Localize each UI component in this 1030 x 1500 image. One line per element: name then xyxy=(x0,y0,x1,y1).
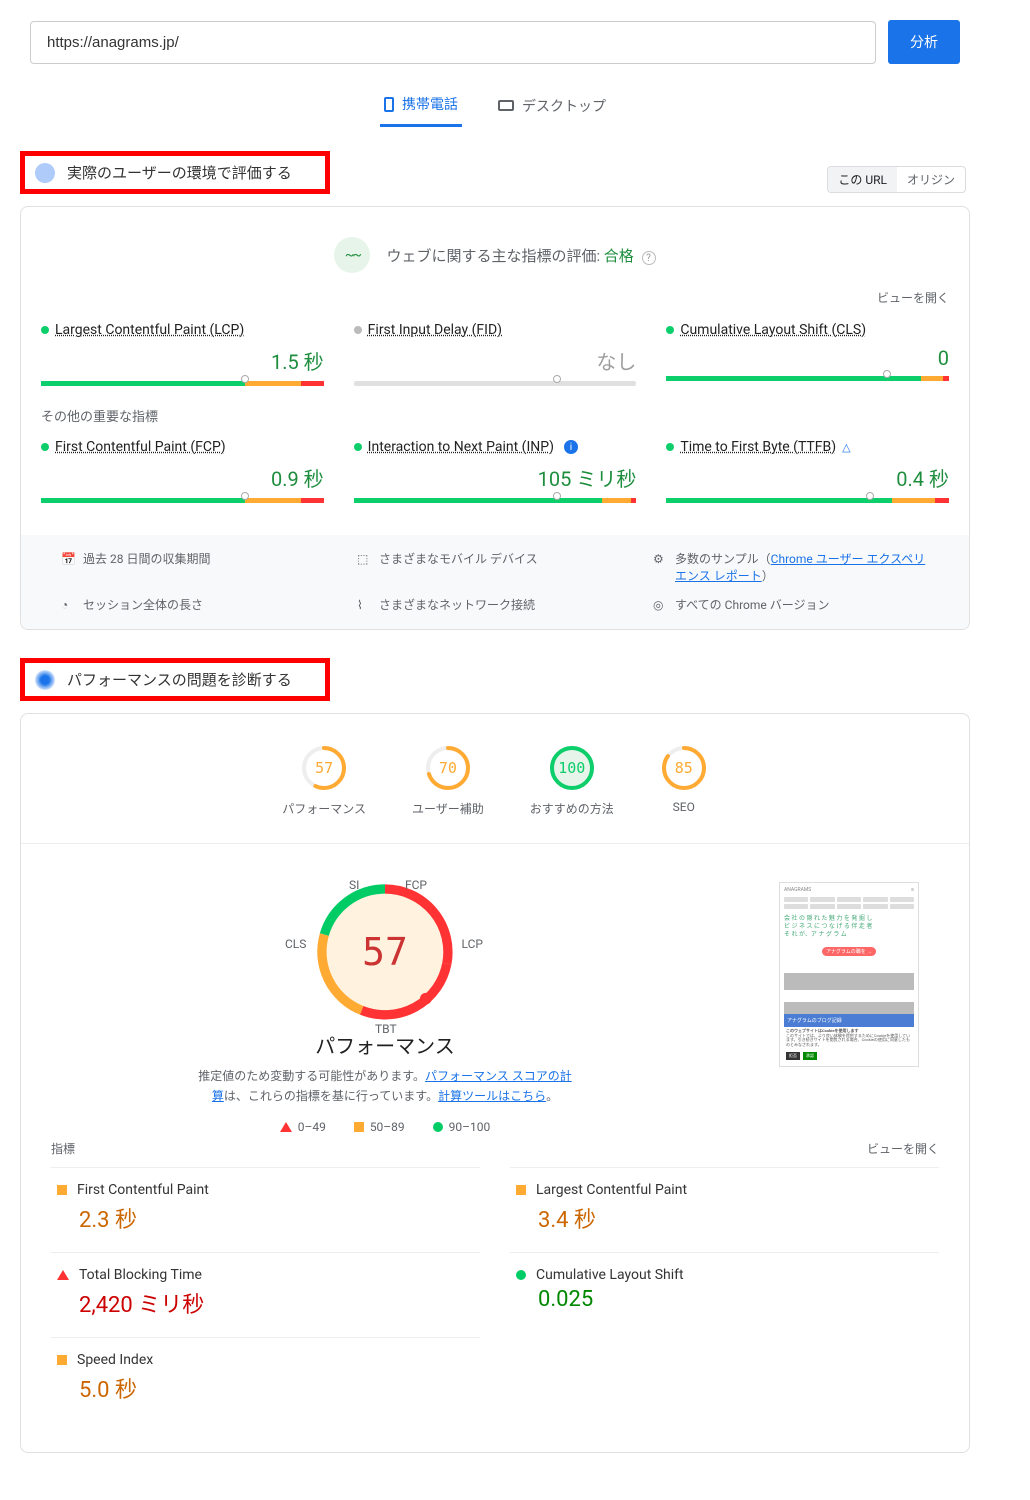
cwv-panel: ~~ ウェブに関する主な指標の評価: 合格 ? ビューを開く Largest C… xyxy=(20,206,970,630)
section-real-user-header: 実際のユーザーの環境で評価する xyxy=(20,151,330,194)
experimental-icon: △ xyxy=(842,441,850,454)
chrome-icon: ◎ xyxy=(653,597,667,611)
metric-card[interactable]: Largest Contentful Paint3.4 秒 xyxy=(510,1167,939,1252)
score-おすすめの方法[interactable]: 100おすすめの方法 xyxy=(530,744,614,817)
samples-icon: ⚙ xyxy=(653,551,667,565)
section-title: 実際のユーザーの環境で評価する xyxy=(67,162,292,183)
metric-link[interactable]: Largest Contentful Paint (LCP) xyxy=(55,322,244,338)
metric-firstcontentfulpaintfcp: First Contentful Paint (FCP)0.9 秒 xyxy=(41,439,324,503)
calendar-icon: 📅 xyxy=(61,551,75,565)
other-metrics-label: その他の重要な指標 xyxy=(21,406,969,429)
devices-icon: ⬚ xyxy=(357,551,371,565)
expand-view-button[interactable]: ビューを開く xyxy=(21,283,969,312)
wifi-icon: ⌇ xyxy=(357,597,371,611)
tab-mobile[interactable]: 携帯電話 xyxy=(380,84,462,127)
url-input[interactable] xyxy=(30,21,876,64)
users-icon xyxy=(35,163,55,183)
diagnose-icon xyxy=(35,670,55,690)
score-legend: 0–49 50–89 90–100 xyxy=(71,1120,699,1134)
metric-link[interactable]: First Contentful Paint (FCP) xyxy=(55,439,226,455)
info-icon[interactable]: i xyxy=(564,440,578,454)
metric-card[interactable]: Speed Index5.0 秒 xyxy=(51,1337,480,1422)
help-icon[interactable]: ? xyxy=(642,251,656,265)
metric-cumulativelayoutshiftcls: Cumulative Layout Shift (CLS)0 xyxy=(666,322,949,386)
page-screenshot-thumbnail: ANAGRAMS≡ 会 社 の 隠 れ た 魅 力 を 発 掘 しビ ジ ネ ス… xyxy=(779,882,919,1067)
metric-timetofirstbytettfb: Time to First Byte (TTFB) △0.4 秒 xyxy=(666,439,949,503)
diagnostic-panel: 57パフォーマンス 70ユーザー補助 100おすすめの方法 85SEO 57 SI F… xyxy=(20,713,970,1452)
metric-link[interactable]: Time to First Byte (TTFB) xyxy=(680,439,836,455)
tab-desktop[interactable]: デスクトップ xyxy=(494,84,610,127)
origin-toggle[interactable]: この URL オリジン xyxy=(827,166,966,193)
device-tabs: 携帯電話 デスクトップ xyxy=(20,84,970,127)
expand-metrics-button[interactable]: ビューを開く xyxy=(867,1140,939,1157)
toggle-this-url[interactable]: この URL xyxy=(828,167,897,192)
metric-link[interactable]: Cumulative Layout Shift (CLS) xyxy=(680,322,866,338)
calculator-link[interactable]: 計算ツールはこちら xyxy=(438,1089,546,1103)
desktop-icon xyxy=(498,100,514,111)
metric-firstinputdelayfid: First Input Delay (FID)なし xyxy=(354,322,637,386)
metric-card[interactable]: Cumulative Layout Shift0.025 xyxy=(510,1252,939,1337)
section-diagnose-header: パフォーマンスの問題を診断する xyxy=(20,658,330,701)
metric-link[interactable]: First Input Delay (FID) xyxy=(368,322,502,338)
score-パフォーマンス[interactable]: 57パフォーマンス xyxy=(282,744,366,817)
score-SEO[interactable]: 85SEO xyxy=(660,744,708,817)
pulse-icon: ~~ xyxy=(334,237,370,273)
metric-card[interactable]: Total Blocking Time2,420 ミリ秒 xyxy=(51,1252,480,1337)
mobile-icon xyxy=(384,97,394,112)
analyze-button[interactable]: 分析 xyxy=(888,20,960,64)
score-ユーザー補助[interactable]: 70ユーザー補助 xyxy=(412,744,484,817)
metric-card[interactable]: First Contentful Paint2.3 秒 xyxy=(51,1167,480,1252)
clock-icon: ◔ xyxy=(61,597,75,611)
section-title: パフォーマンスの問題を診断する xyxy=(67,669,292,690)
toggle-origin[interactable]: オリジン xyxy=(897,167,965,192)
performance-big-gauge: 57 SI FCP LCP CLS TBT xyxy=(315,882,455,1022)
collection-info: 📅過去 28 日間の収集期間 ⬚さまざまなモバイル デバイス ⚙多数のサンプル（… xyxy=(21,535,969,629)
metric-interactiontonextpaintinp: Interaction to Next Paint (INP) i105 ミリ秒 xyxy=(354,439,637,503)
metric-largestcontentfulpaintlcp: Largest Contentful Paint (LCP)1.5 秒 xyxy=(41,322,324,386)
metrics-table-heading: 指標 xyxy=(51,1140,75,1157)
performance-description: 推定値のため変動する可能性があります。パフォーマンス スコアの計算は、これらの指… xyxy=(195,1067,575,1105)
metric-link[interactable]: Interaction to Next Paint (INP) xyxy=(368,439,554,455)
cwv-heading: ウェブに関する主な指標の評価: 合格 ? xyxy=(386,245,655,266)
